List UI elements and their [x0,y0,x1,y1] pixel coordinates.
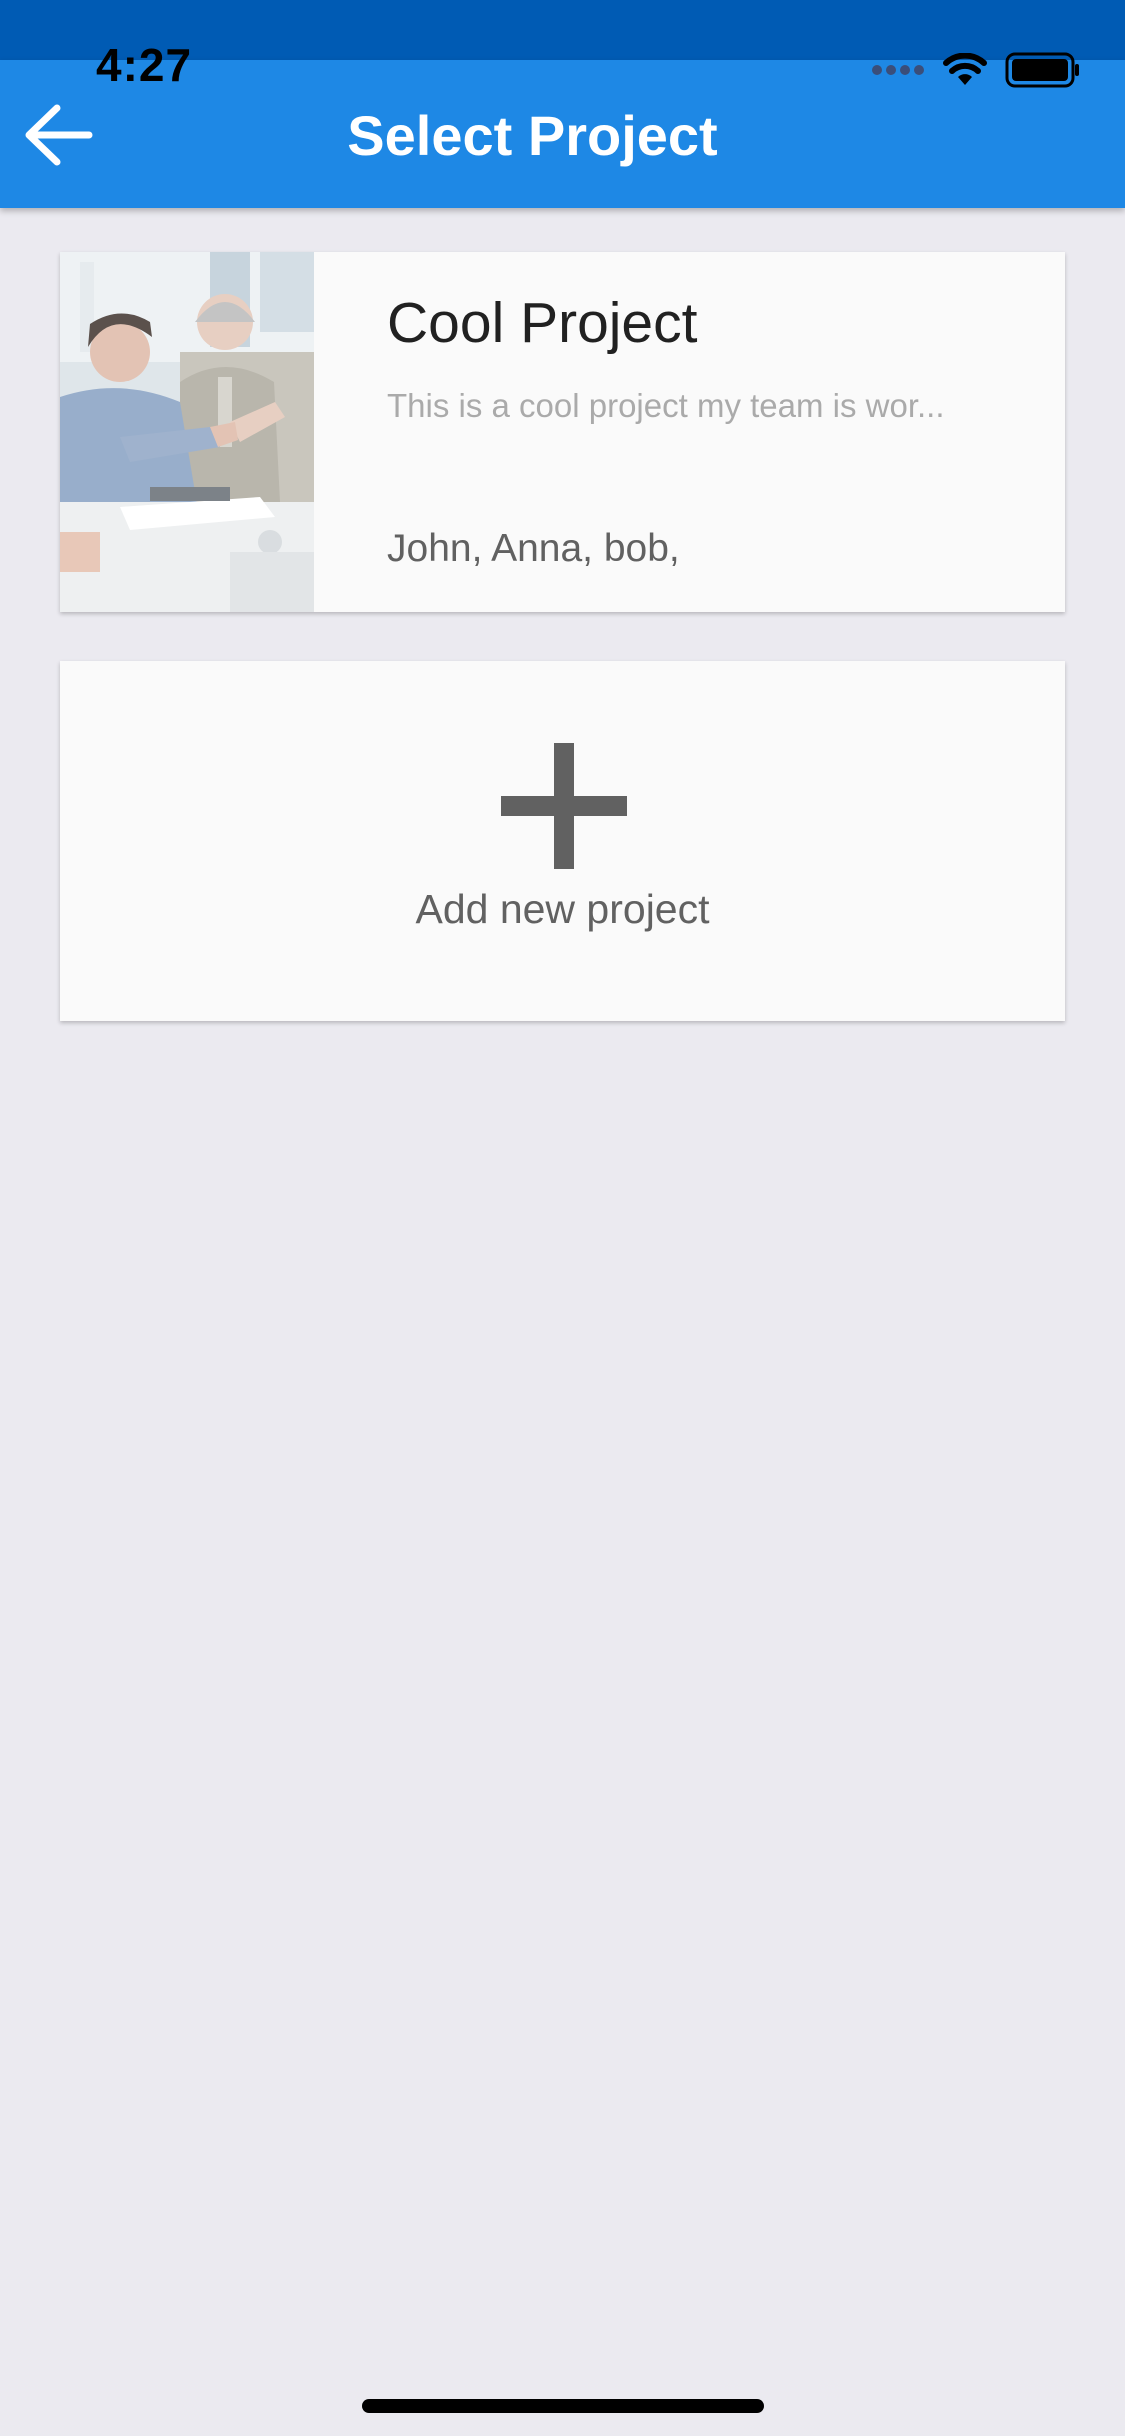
team-meeting-image [60,252,314,612]
project-name: Cool Project [387,291,698,355]
page-title: Select Project [347,104,718,167]
project-thumbnail [60,252,314,612]
project-members: John, Anna, bob, [387,527,680,570]
project-description: This is a cool project my team is wor... [387,387,945,424]
wifi-icon [943,53,987,85]
status-time: 4:27 [96,39,193,91]
plus-icon [501,743,627,869]
signal-icon [872,65,924,75]
battery-icon [1005,52,1079,88]
home-indicator[interactable] [362,2399,764,2413]
project-card-cool-project[interactable]: Cool Project This is a cool project my t… [60,252,1065,612]
add-project-label: Add new project [415,886,710,932]
add-project-card[interactable]: Add new project [60,661,1065,1021]
status-icons [871,50,1081,90]
